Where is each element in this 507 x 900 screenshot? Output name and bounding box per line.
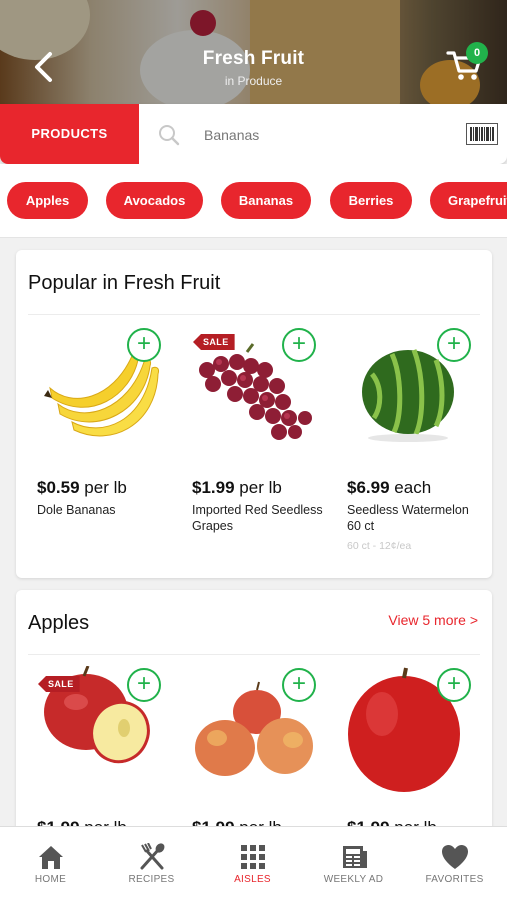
product-card[interactable]: + $6.99 each Seedless Watermelon 60 ct 6… (342, 326, 482, 556)
add-to-cart-button[interactable]: + (282, 328, 316, 362)
product-name: Seedless Watermelon 60 ct (347, 503, 469, 533)
page-title: Fresh Fruit (202, 48, 305, 69)
add-to-cart-button[interactable]: + (437, 668, 471, 702)
newspaper-icon (343, 846, 367, 868)
nav-label: FAVORITES (425, 874, 484, 885)
nav-aisles[interactable]: AISLES (202, 827, 303, 900)
chip-grapefruit[interactable]: Grapefruit (430, 182, 507, 219)
popular-section: Popular in Fresh Fruit + $0.59 per lb Do… (16, 250, 492, 578)
nav-home[interactable]: HOME (0, 827, 101, 900)
product-price: $0.59 per lb (37, 478, 127, 497)
product-name: Dole Bananas (37, 503, 116, 517)
nav-label: WEEKLY AD (323, 874, 384, 885)
nav-weekly-ad[interactable]: WEEKLY AD (303, 827, 404, 900)
nav-favorites[interactable]: FAVORITES (404, 827, 505, 900)
chip-berries[interactable]: Berries (330, 182, 412, 219)
search-input[interactable] (200, 122, 440, 148)
view-more-link[interactable]: View 5 more > (388, 612, 478, 628)
bottom-navigation: HOME RECIPES AISLES WEEKLY AD FAVORITES (0, 826, 507, 900)
grid-icon (241, 845, 265, 869)
product-name: Imported Red Seedless Grapes (192, 503, 323, 533)
product-price: $1.99 per lb (192, 478, 282, 497)
nav-label: RECIPES (128, 874, 175, 885)
heart-icon (442, 845, 468, 869)
cart-count-badge: 0 (466, 42, 488, 64)
chip-avocados[interactable]: Avocados (106, 182, 203, 219)
add-to-cart-button[interactable]: + (127, 328, 161, 362)
apples-section: Apples View 5 more > SALE + $1.99 per lb… (16, 590, 492, 840)
section-title: Apples (28, 612, 90, 634)
nav-label: HOME (34, 874, 67, 885)
chip-bananas[interactable]: Bananas (221, 182, 311, 219)
page-subtitle: in Produce (224, 74, 283, 88)
product-card[interactable]: SALE + $1.99 per lb (32, 666, 172, 840)
product-price: $6.99 each (347, 478, 432, 497)
chip-apples[interactable]: Apples (7, 182, 88, 219)
header-title-group: Fresh Fruit in Produce (0, 48, 507, 88)
products-button[interactable]: PRODUCTS (0, 104, 139, 164)
search-bar: PRODUCTS (0, 104, 507, 164)
add-to-cart-button[interactable]: + (282, 668, 316, 702)
product-card[interactable]: SALE + $1.99 per lb Imported Red Seedles… (187, 326, 327, 556)
product-unit-price: 60 ct - 12¢/ea (347, 540, 412, 552)
sale-badge: SALE (193, 334, 235, 350)
search-icon (159, 125, 180, 146)
nav-recipes[interactable]: RECIPES (101, 827, 202, 900)
product-card[interactable]: + $1.99 per lb (187, 666, 327, 840)
add-to-cart-button[interactable]: + (437, 328, 471, 362)
product-card[interactable]: + $0.59 per lb Dole Bananas (32, 326, 172, 556)
nav-label: AISLES (234, 874, 271, 885)
home-icon (39, 846, 63, 869)
product-card[interactable]: + $1.99 per lb (342, 666, 482, 840)
add-to-cart-button[interactable]: + (127, 668, 161, 702)
category-chips: Apples Avocados Bananas Berries Grapefru… (0, 164, 507, 238)
section-title: Popular in Fresh Fruit (28, 272, 221, 294)
fork-spoon-icon (140, 843, 165, 870)
sale-badge: SALE (38, 676, 80, 692)
barcode-scanner-icon[interactable] (466, 123, 498, 145)
